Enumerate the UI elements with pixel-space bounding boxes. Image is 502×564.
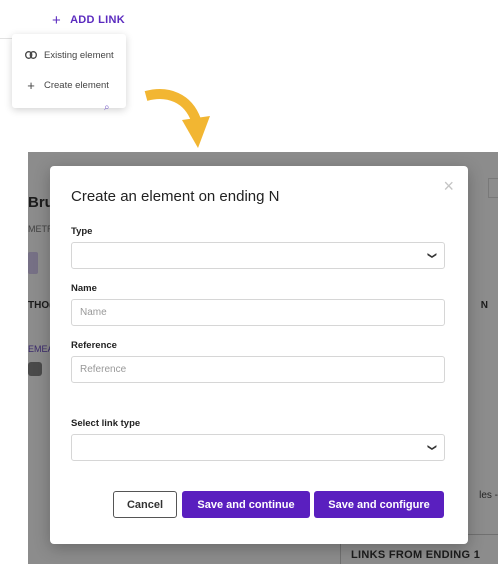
divider — [0, 38, 12, 39]
save-and-configure-button[interactable]: Save and configure — [314, 491, 444, 518]
type-label: Type — [71, 226, 93, 237]
name-label: Name — [71, 283, 97, 294]
reference-placeholder: Reference — [80, 364, 127, 375]
menu-item-label: Create element — [44, 79, 109, 91]
name-placeholder: Name — [80, 307, 107, 318]
cancel-button[interactable]: Cancel — [113, 491, 177, 518]
type-select[interactable]: ❯ — [71, 242, 445, 269]
modal-title: Create an element on ending N — [71, 188, 280, 205]
chevron-down-icon: ❯ — [427, 443, 438, 452]
menu-item-create-element[interactable]: + Create element — [12, 70, 126, 100]
plus-icon: + — [27, 77, 35, 93]
add-link-menu: Existing element + Create element — [12, 34, 126, 108]
reference-label: Reference — [71, 340, 117, 351]
create-element-modal: × Create an element on ending N Type ❯ N… — [50, 166, 468, 544]
search-icon: ⌕ — [104, 102, 110, 113]
name-input[interactable]: Name — [71, 299, 445, 326]
menu-item-existing-element[interactable]: Existing element — [12, 40, 126, 70]
chevron-down-icon: ❯ — [427, 251, 438, 260]
add-link-button[interactable]: + ADD LINK — [52, 10, 125, 30]
save-and-continue-button[interactable]: Save and continue — [182, 491, 310, 518]
plus-icon: + — [52, 11, 62, 29]
link-type-label: Select link type — [71, 418, 141, 429]
close-icon[interactable]: × — [443, 176, 454, 197]
curved-arrow-icon — [144, 89, 210, 148]
link-type-select[interactable]: ❯ — [71, 434, 445, 461]
menu-item-label: Existing element — [44, 49, 114, 61]
add-link-label: ADD LINK — [70, 14, 126, 26]
link-icon — [24, 51, 38, 59]
reference-input[interactable]: Reference — [71, 356, 445, 383]
